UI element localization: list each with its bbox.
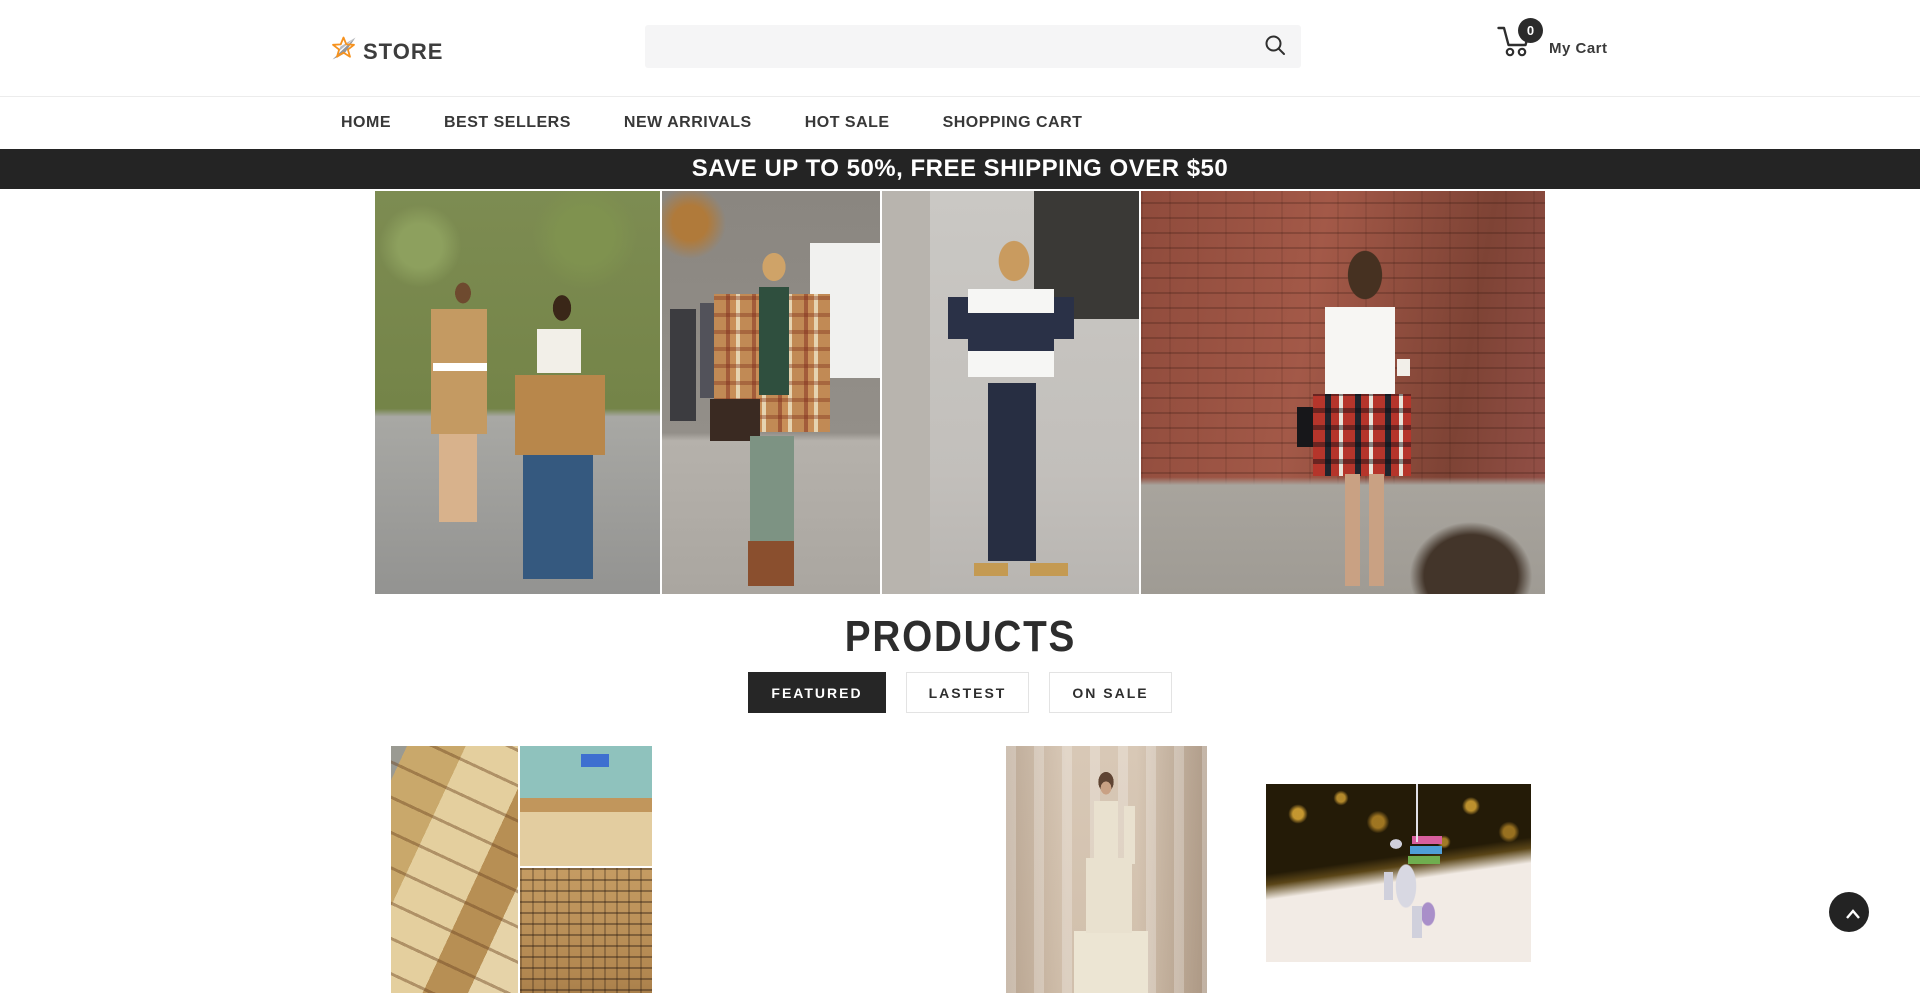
product-grid [375,746,1545,993]
cart-label: My Cart [1549,40,1608,60]
promo-banner: SAVE UP TO 50%, FREE SHIPPING OVER $50 [0,149,1920,189]
search-icon [1263,33,1287,60]
product-filters: FEATURED LASTEST ON SALE [0,672,1920,713]
store-logo[interactable]: STORE [328,34,443,69]
store-logo-text: STORE [363,39,443,65]
products-section-title: PRODUCTS [0,612,1920,662]
product-image-guinea-pig-cage [391,746,652,993]
hero-image-strip [375,191,1545,594]
hero-photo-street-style-2 [662,191,880,594]
my-cart-button[interactable]: 0 My Cart [1495,22,1608,60]
product-card-guinea-pig-cage[interactable] [375,746,668,993]
search-input[interactable] [645,25,1249,68]
product-image-unicorn-pendant [1266,784,1531,962]
main-nav: HOME BEST SELLERS NEW ARRIVALS HOT SALE … [0,97,1920,149]
products-title-text: PRODUCTS [844,612,1075,662]
nav-item-hot-sale[interactable]: HOT SALE [805,114,890,132]
chevron-up-icon [1839,903,1859,922]
hero-photo-street-style-4 [1141,191,1545,594]
nav-item-new-arrivals[interactable]: NEW ARRIVALS [624,114,752,132]
nav-item-best-sellers[interactable]: BEST SELLERS [444,114,571,132]
scroll-to-top-button[interactable] [1829,892,1869,932]
cart-count-badge: 0 [1518,18,1543,43]
nav-item-home[interactable]: HOME [341,114,391,132]
nav-item-shopping-cart[interactable]: SHOPPING CART [943,114,1083,132]
filter-lastest-button[interactable]: LASTEST [906,672,1030,713]
hero-photo-street-style-3 [882,191,1139,594]
storefront-page: STORE 0 My C [0,0,1920,993]
product-card-lace-gown[interactable] [960,746,1253,993]
product-card-unicorn-pendant[interactable] [1253,746,1546,993]
promo-banner-text: SAVE UP TO 50%, FREE SHIPPING OVER $50 [692,155,1229,183]
header: STORE 0 My C [0,0,1920,97]
search-button[interactable] [1249,25,1301,68]
hero-photo-street-style-1 [375,191,660,594]
product-image-lace-gown [1006,746,1207,993]
product-card-empty [668,746,961,993]
filter-featured-button[interactable]: FEATURED [748,672,885,713]
filter-on-sale-button[interactable]: ON SALE [1049,672,1171,713]
cart-icon: 0 [1495,22,1539,60]
star-icon [328,34,358,69]
search-bar [645,25,1301,68]
